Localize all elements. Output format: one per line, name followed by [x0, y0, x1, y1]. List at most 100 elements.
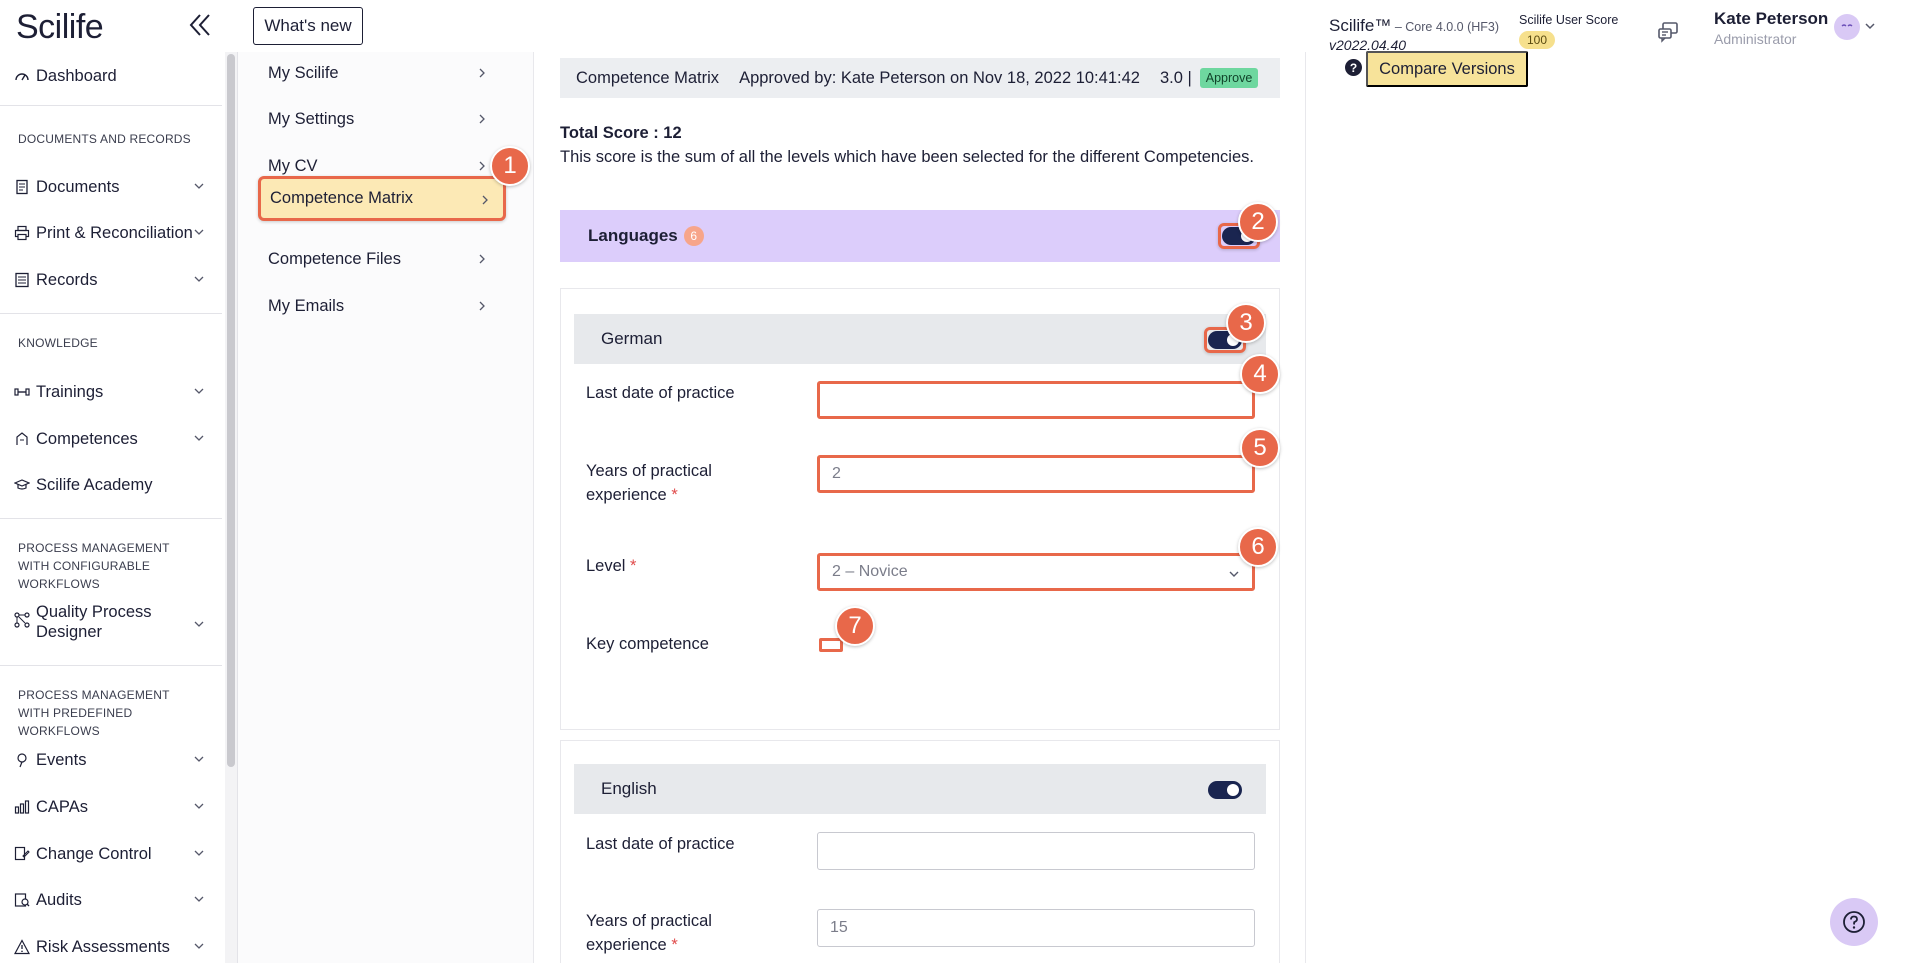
sidebar-section-docs: DOCUMENTS AND RECORDS	[18, 132, 191, 146]
chevron-down-icon	[194, 229, 204, 235]
sidebar-item-documents[interactable]: Documents	[14, 172, 210, 202]
change-control-icon	[14, 846, 30, 861]
sidebar-item-trainings[interactable]: Trainings	[14, 377, 210, 407]
years-experience-input[interactable]: 2	[817, 455, 1255, 493]
sidebar-item-label: CAPAs	[36, 797, 88, 816]
sidebar-item-label: Events	[36, 750, 87, 769]
step-marker-4: 4	[1240, 354, 1280, 394]
approve-status-badge: Approve	[1199, 68, 1259, 88]
workflow-icon	[14, 612, 30, 628]
chevron-down-icon	[194, 850, 204, 856]
sidebar-item-academy[interactable]: Scilife Academy	[14, 470, 210, 500]
years-experience-label: Years of practical experience *	[586, 909, 712, 957]
sidebar-scrollbar-thumb[interactable]	[227, 54, 235, 767]
subnav-my-scilife[interactable]: My Scilife	[260, 56, 500, 90]
sidebar-item-print-reconciliation[interactable]: Print & Reconciliation	[14, 218, 210, 248]
sidebar-section-process-predefined: PROCESS MANAGEMENT WITH PREDEFINED WORKF…	[18, 688, 170, 738]
warning-icon	[14, 939, 30, 955]
compare-versions-button[interactable]: Compare Versions	[1366, 51, 1528, 87]
last-date-input[interactable]	[817, 832, 1255, 870]
subnav-label: My Emails	[268, 296, 345, 315]
top-bar: Scilife What's new Scilife™ – Core 4.0.0…	[0, 0, 1906, 53]
sidebar-item-label: Trainings	[36, 382, 104, 401]
chevron-down-icon	[194, 803, 204, 809]
sidebar-item-label: Dashboard	[36, 66, 117, 85]
subnav-competence-files[interactable]: Competence Files	[260, 242, 500, 276]
chevron-right-icon	[479, 114, 485, 124]
product-name: Scilife™	[1329, 16, 1392, 35]
user-score: Scilife User Score 100	[1519, 13, 1618, 49]
matrix-title: Competence Matrix	[576, 68, 720, 87]
chevron-down-icon	[194, 943, 204, 949]
sidebar-section-process-configurable: PROCESS MANAGEMENT WITH CONFIGURABLE WOR…	[18, 541, 170, 591]
chart-icon	[14, 800, 30, 814]
document-icon	[16, 179, 28, 195]
competences-icon	[16, 432, 28, 445]
user-score-label: Scilife User Score	[1519, 13, 1619, 27]
years-experience-label-line2: experience *	[586, 483, 712, 507]
chevron-down-icon[interactable]	[1864, 20, 1876, 32]
last-date-label: Last date of practice	[586, 384, 735, 402]
graduation-cap-icon	[14, 479, 30, 490]
languages-label: Languages	[588, 226, 678, 245]
level-select[interactable]: 2 – Novice	[817, 553, 1255, 591]
languages-section-header[interactable]: Languages 6	[560, 210, 1280, 262]
sidebar-item-risk-assessments[interactable]: Risk Assessments	[14, 932, 210, 962]
sidebar-item-label: Competences	[36, 429, 138, 448]
english-toggle[interactable]	[1208, 781, 1242, 799]
sidebar-item-audits[interactable]: Audits	[14, 885, 210, 915]
subnav-my-emails[interactable]: My Emails	[260, 289, 500, 323]
scilife-logo[interactable]: Scilife	[16, 8, 104, 47]
chevron-down-icon	[194, 388, 204, 394]
chevron-down-icon	[1229, 571, 1239, 577]
matrix-header: Competence Matrix Approved by: Kate Pete…	[560, 58, 1280, 98]
required-asterisk: *	[630, 557, 637, 575]
question-icon[interactable]: ?	[1345, 59, 1362, 76]
sidebar-item-dashboard[interactable]: Dashboard	[14, 61, 210, 91]
subnav-label: My Settings	[268, 109, 355, 128]
feedback-chat-icon[interactable]	[1656, 20, 1680, 44]
profile-subnav: My Scilife My Settings My CV Competence …	[238, 52, 534, 963]
sidebar-divider	[0, 518, 222, 519]
competence-name: English	[601, 779, 657, 798]
subnav-label: Competence Files	[268, 249, 401, 268]
avatar[interactable]	[1834, 14, 1860, 40]
sidebar-item-change-control[interactable]: Change Control	[14, 839, 210, 869]
level-select-value: 2 – Novice	[832, 563, 908, 580]
last-date-input[interactable]	[817, 381, 1255, 419]
required-asterisk: *	[671, 486, 678, 504]
years-experience-label-text: experience	[586, 486, 667, 504]
key-competence-checkbox[interactable]	[819, 638, 843, 652]
languages-count-badge: 6	[683, 226, 704, 246]
last-date-label: Last date of practice	[586, 835, 735, 853]
step-marker-2: 2	[1238, 202, 1278, 242]
sidebar-item-label: Audits	[36, 890, 82, 909]
sidebar-divider	[0, 105, 222, 106]
sidebar-item-quality-process-designer[interactable]: Quality Process Designer	[14, 602, 210, 646]
subnav-my-settings[interactable]: My Settings	[260, 102, 500, 136]
approval-info: Approved by: Kate Peterson on Nov 18, 20…	[739, 68, 1140, 87]
years-experience-input[interactable]: 15	[817, 909, 1255, 947]
help-circle-icon	[1843, 911, 1865, 933]
sidebar-item-capas[interactable]: CAPAs	[14, 792, 210, 822]
subnav-label: Competence Matrix	[270, 189, 414, 207]
years-experience-label-line1: Years of practical	[586, 462, 712, 480]
years-experience-label-line1: Years of practical	[586, 912, 712, 930]
sidebar-item-label: Print & Reconciliation	[36, 223, 193, 242]
user-menu[interactable]: Kate Peterson Administrator	[1714, 9, 1828, 47]
sidebar-item-competences[interactable]: Competences	[14, 424, 210, 454]
whats-new-button[interactable]: What's new	[253, 7, 363, 45]
main-sidebar: Dashboard DOCUMENTS AND RECORDS Document…	[0, 52, 224, 963]
sidebar-item-records[interactable]: Records	[14, 265, 210, 295]
score-description: This score is the sum of all the levels …	[560, 148, 1254, 166]
step-marker-5: 5	[1240, 428, 1280, 468]
help-fab[interactable]	[1830, 898, 1878, 946]
records-icon	[15, 272, 29, 288]
sidebar-item-label: Records	[36, 270, 98, 289]
collapse-sidebar-icon[interactable]	[186, 12, 214, 38]
competence-card-header: German	[574, 314, 1266, 364]
pin-icon	[17, 753, 27, 768]
subnav-competence-matrix[interactable]: Competence Matrix	[258, 176, 506, 221]
sidebar-item-events[interactable]: Events	[14, 745, 210, 775]
key-competence-label: Key competence	[586, 635, 709, 653]
